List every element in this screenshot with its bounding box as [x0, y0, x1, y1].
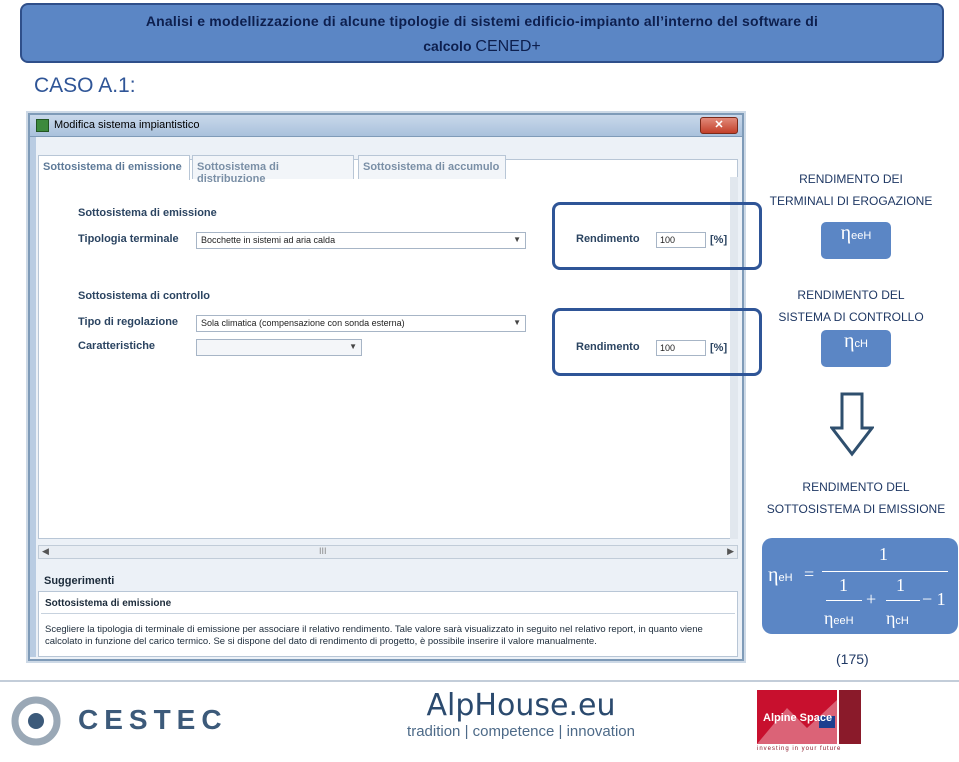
formula-one-a: 1: [839, 575, 848, 595]
formula-lhs-eta: η: [768, 564, 779, 586]
eta-eeh-sub: eeH: [851, 230, 872, 242]
window-title: Modifica sistema impiantistico: [54, 119, 200, 131]
formula-numerator: 1: [879, 544, 888, 564]
banner-title-cened: CENED+: [475, 38, 541, 55]
section-controllo-heading: Sottosistema di controllo: [78, 290, 211, 302]
alpine-space-logo: Alpine Space investing in your future: [757, 690, 865, 756]
eta-eeh-symbol: η: [840, 222, 852, 244]
caption-controllo-l2: SISTEMA DI CONTROLLO: [778, 310, 924, 324]
alpine-space-name: Alpine Space: [763, 712, 833, 724]
alphouse-name: AlpHouse.eu: [426, 688, 616, 723]
window-left-edge: [30, 137, 36, 657]
equation-number: (175): [836, 651, 869, 667]
banner-title-line2: calcolo CENED+: [22, 38, 942, 56]
scroll-right-icon[interactable]: ▶: [727, 546, 734, 557]
formula-lhs-sub: eH: [778, 572, 793, 584]
chevron-down-icon: ▼: [349, 342, 357, 351]
tipo-regolazione-select[interactable]: Sola climatica (compensazione con sonda …: [196, 315, 526, 332]
tab-strip: Sottosistema di emissione Sottosistema d…: [38, 155, 738, 185]
caption-controllo: RENDIMENTO DEL SISTEMA DI CONTROLLO: [756, 284, 946, 328]
formula-fraction-bar-a: [826, 600, 862, 601]
caption-terminali-l1: RENDIMENTO DEI: [799, 172, 903, 186]
app-icon: [36, 119, 49, 132]
tipo-regolazione-value: Sola climatica (compensazione con sonda …: [201, 318, 405, 328]
alpine-space-tagline: investing in your future: [757, 746, 842, 752]
section-emissione-heading: Sottosistema di emissione: [78, 207, 217, 219]
formula-den-b: ηcH: [886, 608, 909, 629]
cestec-wordmark: CESTEC: [78, 704, 228, 735]
caption-emissione-l1: RENDIMENTO DEL: [802, 480, 910, 494]
tipo-regolazione-label: Tipo di regolazione: [78, 316, 179, 328]
tab-accumulo[interactable]: Sottosistema di accumulo: [358, 155, 506, 179]
formula-den-a-sub: eeH: [833, 615, 854, 627]
settings-window: Modifica sistema impiantistico ✕ Sottosi…: [28, 113, 744, 661]
caption-emissione-l2: SOTTOSISTEMA DI EMISSIONE: [766, 502, 946, 516]
efficiency-formula: ηeH = 1 1 + 1 − 1 ηeeH ηcH: [762, 538, 958, 634]
close-button[interactable]: ✕: [700, 117, 738, 134]
title-banner: Analisi e modellizzazione di alcune tipo…: [20, 3, 944, 63]
formula-minus-one: − 1: [922, 589, 946, 609]
formula-plus: +: [866, 589, 877, 609]
horizontal-scrollbar[interactable]: ◀ III ▶: [38, 545, 738, 559]
caratteristiche-label: Caratteristiche: [78, 340, 156, 352]
eta-ch-symbol: η: [844, 330, 855, 352]
tipologia-terminale-value: Bocchette in sistemi ad aria calda: [201, 235, 336, 245]
tab-emissione[interactable]: Sottosistema di emissione: [38, 155, 190, 180]
tipologia-terminale-select[interactable]: Bocchette in sistemi ad aria calda ▼: [196, 232, 526, 249]
formula-den-a-eta: η: [824, 608, 834, 628]
scroll-left-icon[interactable]: ◀: [42, 546, 49, 557]
cestec-ring-icon: [11, 696, 61, 746]
caption-terminali: RENDIMENTO DEI TERMINALI DI EROGAZIONE: [756, 168, 946, 212]
down-arrow-icon: [830, 392, 874, 457]
highlight-rendimento-emissione: [552, 202, 762, 270]
tips-divider: [41, 613, 735, 614]
formula-den-b-sub: cH: [895, 615, 909, 627]
formula-den-a: ηeeH: [824, 608, 854, 629]
banner-title-small: calcolo: [423, 38, 476, 54]
tipologia-terminale-label: Tipologia terminale: [78, 233, 179, 245]
cestec-logo: CESTEC: [6, 694, 330, 748]
highlight-rendimento-controllo: [552, 308, 762, 376]
caption-emissione: RENDIMENTO DEL SOTTOSISTEMA DI EMISSIONE: [756, 476, 956, 520]
formula-equals: =: [804, 564, 815, 584]
caption-controllo-l1: RENDIMENTO DEL: [797, 288, 905, 302]
formula-one-b: 1: [896, 575, 905, 595]
banner-title-line1: Analisi e modellizzazione di alcune tipo…: [145, 13, 819, 29]
formula-main-fraction-bar: [822, 571, 948, 572]
alphouse-logo: AlpHouse.eu tradition | competence | inn…: [386, 688, 656, 740]
eta-eeh-badge: ηeeH: [821, 222, 891, 259]
case-label: CASO A.1:: [34, 74, 136, 97]
footer-divider: [0, 680, 959, 682]
alphouse-tagline: tradition | competence | innovation: [407, 723, 635, 740]
eta-ch-badge: ηcH: [821, 330, 891, 367]
tab-distribuzione[interactable]: Sottosistema di distribuzione: [192, 155, 354, 185]
chevron-down-icon: ▼: [513, 235, 521, 244]
chevron-down-icon: ▼: [513, 318, 521, 327]
caption-terminali-l2: TERMINALI DI EROGAZIONE: [769, 194, 933, 208]
tips-heading: Sottosistema di emissione: [45, 598, 172, 609]
eta-ch-sub: cH: [854, 338, 868, 350]
suggestions-title: Suggerimenti: [44, 575, 115, 587]
window-titlebar: Modifica sistema impiantistico ✕: [30, 115, 742, 137]
scroll-grip[interactable]: III: [319, 546, 327, 556]
formula-fraction-bar-b: [886, 600, 920, 601]
suggestions-box: Sottosistema di emissione Scegliere la t…: [38, 591, 738, 657]
tips-text: Scegliere la tipologia di terminale di e…: [45, 624, 703, 647]
caratteristiche-select[interactable]: ▼: [196, 339, 362, 356]
formula-den-b-eta: η: [886, 608, 896, 628]
formula-lhs: ηeH: [768, 564, 793, 587]
